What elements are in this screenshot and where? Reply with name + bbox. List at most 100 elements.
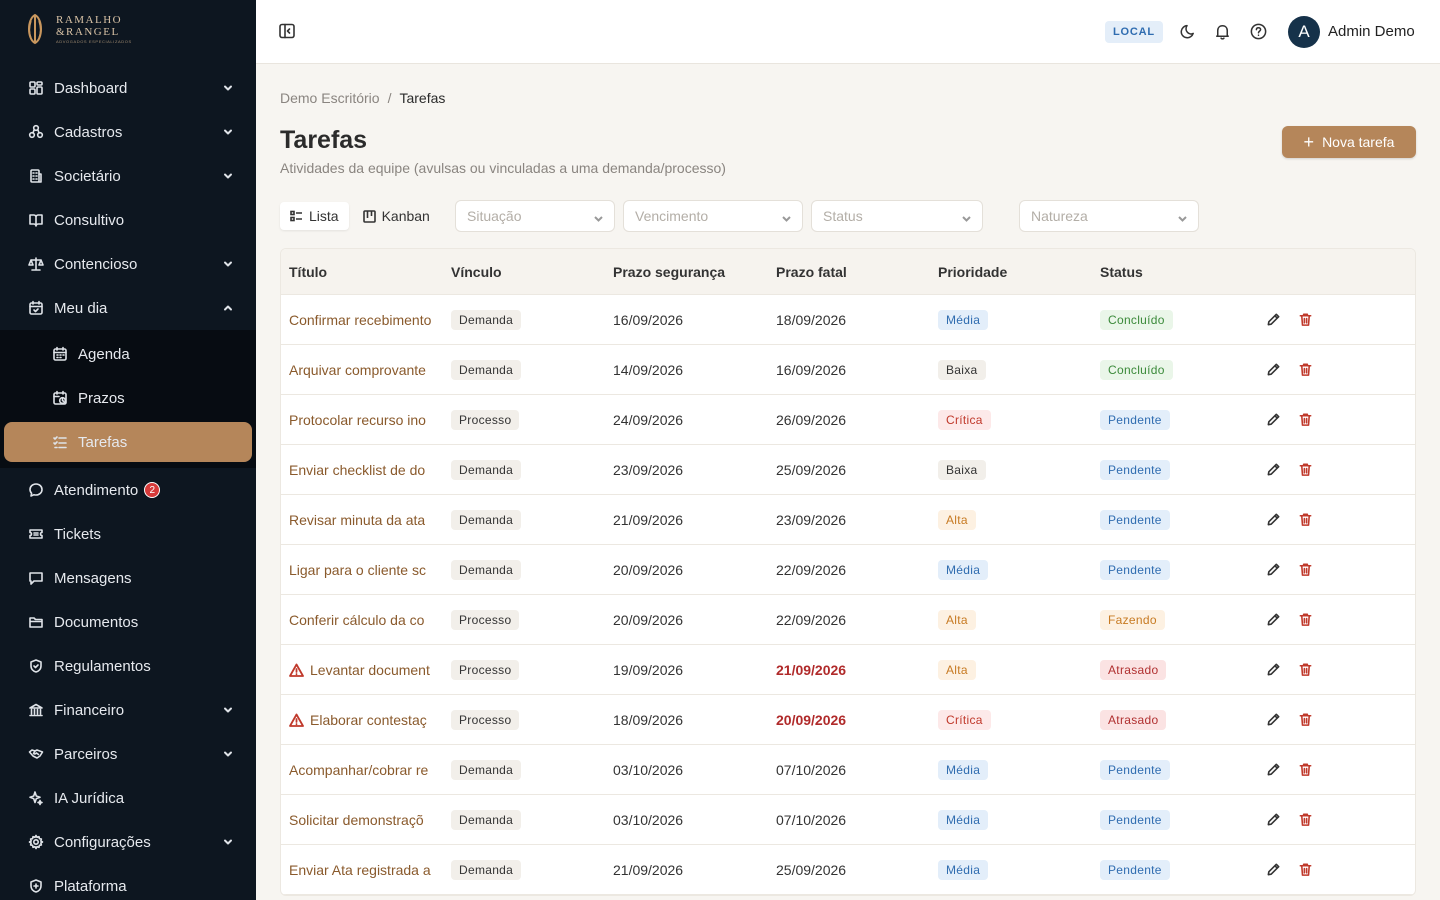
- task-title-cell[interactable]: Enviar Ata registrada a: [289, 845, 444, 895]
- edit-button[interactable]: [1266, 412, 1282, 428]
- view-list-button[interactable]: Lista: [280, 202, 349, 230]
- filter-status-select[interactable]: Status: [811, 200, 983, 232]
- task-title[interactable]: Ligar para o cliente sc: [289, 562, 426, 578]
- edit-button[interactable]: [1266, 712, 1282, 728]
- edit-button[interactable]: [1266, 762, 1282, 778]
- task-title-cell[interactable]: Protocolar recurso ino: [289, 395, 444, 445]
- user-avatar[interactable]: A: [1288, 16, 1320, 48]
- task-title[interactable]: Levantar document: [310, 662, 430, 678]
- task-title-cell[interactable]: Confirmar recebimento: [289, 295, 444, 345]
- edit-button[interactable]: [1266, 562, 1282, 578]
- sidebar-item-mensagens[interactable]: Mensagens: [0, 556, 256, 600]
- sidebar-item-configuracoes[interactable]: Configurações: [0, 820, 256, 864]
- task-title[interactable]: Revisar minuta da ata: [289, 512, 425, 528]
- column-titulo[interactable]: Título: [289, 264, 327, 280]
- table-row[interactable]: Protocolar recurso ino Processo 24/09/2026…: [281, 395, 1415, 445]
- edit-button[interactable]: [1266, 662, 1282, 678]
- user-name[interactable]: Admin Demo: [1328, 23, 1415, 40]
- theme-toggle-button[interactable]: [1178, 22, 1198, 42]
- sidebar-item-parceiros[interactable]: Parceiros: [0, 732, 256, 776]
- task-title[interactable]: Arquivar comprovante: [289, 362, 426, 378]
- task-title-cell[interactable]: Elaborar contestaç: [289, 695, 444, 745]
- delete-button[interactable]: [1298, 562, 1314, 578]
- sidebar-item-tarefas[interactable]: Tarefas: [4, 422, 252, 462]
- task-title-cell[interactable]: Ligar para o cliente sc: [289, 545, 444, 595]
- edit-button[interactable]: [1266, 862, 1282, 878]
- table-row[interactable]: Confirmar recebimento Demanda 16/09/2026 18…: [281, 295, 1415, 345]
- edit-button[interactable]: [1266, 512, 1282, 528]
- task-title[interactable]: Confirmar recebimento: [289, 312, 431, 328]
- sidebar-item-prazos[interactable]: Prazos: [0, 376, 256, 420]
- sidebar-toggle-button[interactable]: [278, 22, 298, 42]
- breadcrumb-root[interactable]: Demo Escritório: [280, 90, 380, 106]
- column-vinculo[interactable]: Vínculo: [451, 264, 502, 280]
- task-title[interactable]: Protocolar recurso ino: [289, 412, 426, 428]
- table-row[interactable]: Enviar checklist de do Demanda 23/09/2026 2…: [281, 445, 1415, 495]
- delete-button[interactable]: [1298, 412, 1314, 428]
- task-title-cell[interactable]: Arquivar comprovante: [289, 345, 444, 395]
- task-title-cell[interactable]: Enviar checklist de do: [289, 445, 444, 495]
- table-row[interactable]: Enviar Ata registrada a Demanda 21/09/2026…: [281, 845, 1415, 895]
- delete-button[interactable]: [1298, 362, 1314, 378]
- task-title[interactable]: Elaborar contestaç: [310, 712, 427, 728]
- column-prioridade[interactable]: Prioridade: [938, 264, 1007, 280]
- delete-button[interactable]: [1298, 462, 1314, 478]
- task-title-cell[interactable]: Acompanhar/cobrar re: [289, 745, 444, 795]
- sidebar-item-dashboard[interactable]: Dashboard: [0, 66, 256, 110]
- sidebar-item-plataforma[interactable]: Plataforma: [0, 864, 256, 900]
- delete-button[interactable]: [1298, 312, 1314, 328]
- table-row[interactable]: Levantar document Processo 19/09/2026 21/09…: [281, 645, 1415, 695]
- delete-button[interactable]: [1298, 712, 1314, 728]
- task-title[interactable]: Acompanhar/cobrar re: [289, 762, 428, 778]
- edit-button[interactable]: [1266, 462, 1282, 478]
- task-title[interactable]: Enviar Ata registrada a: [289, 862, 431, 878]
- column-prazo-seguranca[interactable]: Prazo segurança: [613, 264, 725, 280]
- table-row[interactable]: Arquivar comprovante Demanda 14/09/2026 16/…: [281, 345, 1415, 395]
- brand-logo[interactable]: RAMALHO &RANGEL ADVOGADOS ESPECIALIZADOS: [22, 12, 132, 46]
- table-row[interactable]: Acompanhar/cobrar re Demanda 03/10/2026 07/…: [281, 745, 1415, 795]
- sidebar-item-societario[interactable]: Societário: [0, 154, 256, 198]
- task-title[interactable]: Conferir cálculo da co: [289, 612, 424, 628]
- help-button[interactable]: [1249, 22, 1269, 42]
- sidebar-item-consultivo[interactable]: Consultivo: [0, 198, 256, 242]
- delete-button[interactable]: [1298, 762, 1314, 778]
- table-row[interactable]: Revisar minuta da ata Demanda 21/09/2026 23…: [281, 495, 1415, 545]
- sidebar-item-meu-dia[interactable]: Meu dia: [0, 286, 256, 330]
- edit-button[interactable]: [1266, 362, 1282, 378]
- column-status[interactable]: Status: [1100, 264, 1143, 280]
- edit-button[interactable]: [1266, 312, 1282, 328]
- sidebar-item-atendimento[interactable]: Atendimento 2: [0, 468, 256, 512]
- sidebar-item-financeiro[interactable]: Financeiro: [0, 688, 256, 732]
- edit-button[interactable]: [1266, 612, 1282, 628]
- delete-button[interactable]: [1298, 862, 1314, 878]
- table-row[interactable]: Conferir cálculo da co Processo 20/09/2026…: [281, 595, 1415, 645]
- table-row[interactable]: Ligar para o cliente sc Demanda 20/09/2026…: [281, 545, 1415, 595]
- sidebar-item-agenda[interactable]: Agenda: [0, 332, 256, 376]
- delete-button[interactable]: [1298, 612, 1314, 628]
- task-title[interactable]: Solicitar demonstraçõ: [289, 812, 424, 828]
- notifications-button[interactable]: [1213, 22, 1233, 42]
- edit-button[interactable]: [1266, 812, 1282, 828]
- task-title-cell[interactable]: Solicitar demonstraçõ: [289, 795, 444, 845]
- table-row[interactable]: Elaborar contestaç Processo 18/09/2026 20/0…: [281, 695, 1415, 745]
- task-title-cell[interactable]: Levantar document: [289, 645, 444, 695]
- column-prazo-fatal[interactable]: Prazo fatal: [776, 264, 847, 280]
- view-kanban-button[interactable]: Kanban: [353, 202, 440, 230]
- sidebar-item-regulamentos[interactable]: Regulamentos: [0, 644, 256, 688]
- delete-button[interactable]: [1298, 662, 1314, 678]
- sidebar-item-cadastros[interactable]: Cadastros: [0, 110, 256, 154]
- task-title-cell[interactable]: Revisar minuta da ata: [289, 495, 444, 545]
- task-title-cell[interactable]: Conferir cálculo da co: [289, 595, 444, 645]
- sidebar-item-documentos[interactable]: Documentos: [0, 600, 256, 644]
- sidebar-item-tickets[interactable]: Tickets: [0, 512, 256, 556]
- sidebar-item-contencioso[interactable]: Contencioso: [0, 242, 256, 286]
- task-title[interactable]: Enviar checklist de do: [289, 462, 425, 478]
- filter-situacao-select[interactable]: Situação: [455, 200, 615, 232]
- filter-vencimento-select[interactable]: Vencimento: [623, 200, 803, 232]
- delete-button[interactable]: [1298, 512, 1314, 528]
- filter-natureza-select[interactable]: Natureza: [1019, 200, 1199, 232]
- sidebar-item-ia-juridica[interactable]: IA Jurídica: [0, 776, 256, 820]
- delete-button[interactable]: [1298, 812, 1314, 828]
- table-row[interactable]: Solicitar demonstraçõ Demanda 03/10/2026 07…: [281, 795, 1415, 845]
- new-task-button[interactable]: + Nova tarefa: [1282, 126, 1416, 158]
